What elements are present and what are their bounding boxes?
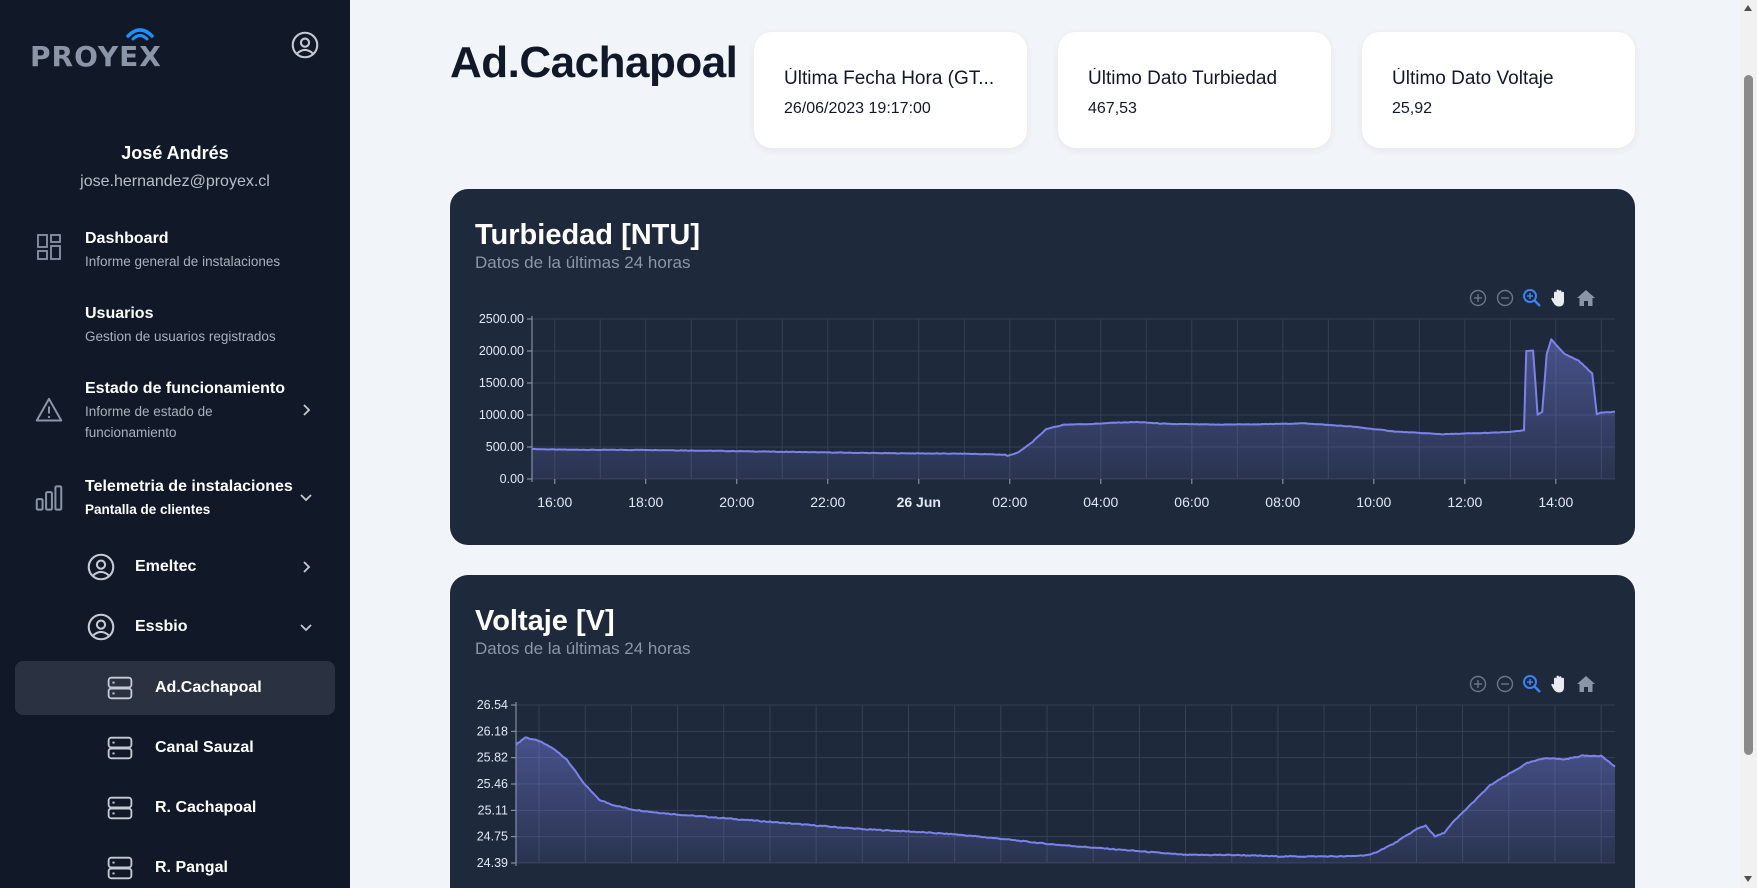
station-label: Canal Sauzal [155,739,254,756]
user-name: José Andrés [121,143,229,163]
page-title: Ad.Cachapoal [450,38,738,87]
client-item-essbio[interactable]: Essbio [15,600,335,654]
y-tick-label: 25.46 [477,777,508,791]
x-tick-label: 18:00 [628,494,663,510]
y-tick-label: 2500.00 [479,312,524,326]
stat-card-value: 467,53 [1088,100,1137,117]
stat-card-value: 25,92 [1392,100,1433,117]
scroll-up-arrow[interactable] [1744,5,1752,11]
server-icon [107,796,133,820]
y-tick-label: 1000.00 [479,408,524,422]
y-tick-label: 0.00 [500,472,524,486]
account-icon[interactable] [291,31,319,59]
chart-panel-turbiedad: Turbiedad [NTU] Datos de la últimas 24 h… [450,189,1635,545]
x-tick-label: 26 Jun [897,494,941,510]
nav-telemetria-subtitle: Pantalla de clientes [85,502,211,517]
stat-card-label: Última Fecha Hora (GT... [784,68,995,89]
chevron-right-icon [303,404,311,416]
page-scrollbar[interactable] [1740,0,1757,888]
x-tick-label: 10:00 [1356,494,1391,510]
client-label: Emeltec [135,558,197,575]
chevron-right-icon [303,561,311,573]
dashboard-icon [37,234,61,260]
x-tick-label: 04:00 [1083,494,1118,510]
series-area [532,339,1615,479]
nav-dashboard-subtitle: Informe general de instalaciones [85,254,281,269]
stat-card-voltaje: Último Dato Voltaje 25,92 [1362,32,1635,148]
turbiedad-chart[interactable]: 2500.00 2000.00 1500.00 1000.00 500.00 0.00 16… [450,189,1635,545]
server-icon [107,856,133,880]
nav-dashboard[interactable]: Dashboard Informe general de instalacion… [15,222,335,282]
x-tick-label: 14:00 [1538,494,1573,510]
nav-estado-subtitle-line2: funcionamiento [85,425,177,440]
chart-panel-voltaje: Voltaje [V] Datos de la últimas 24 horas… [450,575,1635,888]
nav-usuarios[interactable]: Usuarios Gestion de usuarios registrados [15,297,335,357]
x-tick-label: 12:00 [1447,494,1482,510]
nav-telemetria-title: Telemetria de instalaciones [85,478,293,495]
chevron-down-icon [300,624,312,632]
user-circle-icon [87,553,115,581]
scroll-down-arrow[interactable] [1744,876,1752,882]
station-item-r-pangal[interactable]: R. Pangal [15,841,335,888]
nav-usuarios-title: Usuarios [85,305,154,322]
series-area [516,737,1615,863]
x-tick-label: 16:00 [537,494,572,510]
station-label: R. Pangal [155,859,228,876]
server-icon [107,676,133,700]
stat-card-value: 26/06/2023 19:17:00 [784,100,931,117]
station-label: R. Cachapoal [155,799,257,816]
chevron-down-icon [300,494,312,502]
x-tick-label: 02:00 [992,494,1027,510]
nav-usuarios-subtitle: Gestion de usuarios registrados [85,329,276,344]
y-tick-label: 500.00 [486,440,524,454]
x-tick-label: 20:00 [719,494,754,510]
station-label: Ad.Cachapoal [155,679,262,696]
x-tick-label: 22:00 [810,494,845,510]
y-tick-label: 1500.00 [479,376,524,390]
stat-card-turbiedad: Último Dato Turbiedad 467,53 [1058,32,1331,148]
stat-card-label: Último Dato Voltaje [1392,68,1554,89]
nav-telemetria[interactable]: Telemetria de instalaciones Pantalla de … [15,470,335,530]
y-tick-label: 25.11 [478,803,508,817]
x-tick-label: 08:00 [1265,494,1300,510]
bar-chart-icon [35,485,63,511]
y-tick-label: 24.39 [477,856,508,870]
y-tick-label: 26.18 [477,724,508,738]
client-label: Essbio [135,618,188,635]
scroll-thumb[interactable] [1744,75,1753,755]
sidebar: PROYEX José Andrés jose.hernandez@proyex… [0,0,350,888]
client-item-emeltec[interactable]: Emeltec [15,540,335,594]
user-circle-icon [87,613,115,641]
proyex-logo: PROYEX [30,28,162,72]
y-tick-label: 26.54 [477,698,508,712]
voltaje-chart[interactable]: 26.54 26.18 25.82 25.46 25.11 24.75 24.39 [450,575,1635,888]
y-tick-label: 24.75 [477,830,508,844]
nav-dashboard-title: Dashboard [85,230,169,247]
nav-estado-title: Estado de funcionamiento [85,380,286,397]
nav-estado-subtitle: Informe de estado de [85,404,213,419]
station-item-canal-sauzal[interactable]: Canal Sauzal [15,721,335,775]
y-tick-label: 25.82 [477,751,508,765]
stat-card-fecha: Última Fecha Hora (GT... 26/06/2023 19:1… [754,32,1027,148]
x-tick-label: 06:00 [1174,494,1209,510]
stat-card-label: Último Dato Turbiedad [1088,68,1278,89]
nav-estado[interactable]: Estado de funcionamiento Informe de esta… [15,372,335,452]
user-email: jose.hernandez@proyex.cl [80,173,270,190]
logo-text: PROYEX [30,40,162,72]
station-item-ad-cachapoal[interactable]: Ad.Cachapoal [15,661,335,715]
station-item-r-cachapoal[interactable]: R. Cachapoal [15,781,335,835]
y-tick-label: 2000.00 [479,344,524,358]
warning-icon [35,397,63,422]
server-icon [107,736,133,760]
